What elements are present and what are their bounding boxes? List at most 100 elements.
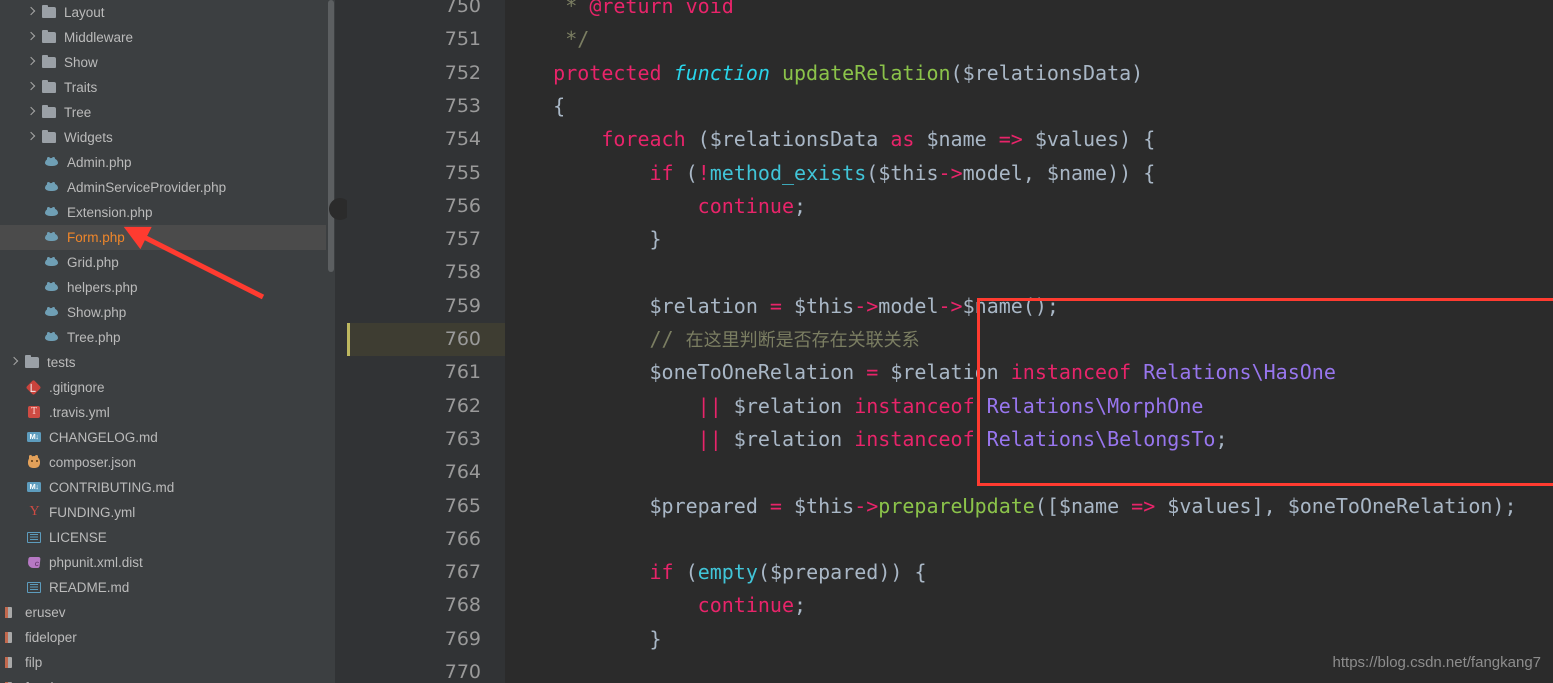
tree-item-readme-md[interactable]: README.md: [0, 575, 335, 600]
panel-splitter[interactable]: [329, 0, 351, 683]
line-number-758[interactable]: 758: [347, 256, 505, 289]
code-line-750[interactable]: * @return void: [505, 0, 1553, 23]
tree-item-show-php[interactable]: Show.php: [0, 300, 335, 325]
tree-item-travis-yml[interactable]: .travis.yml: [0, 400, 335, 425]
folder-icon: [41, 29, 58, 45]
code-editor[interactable]: 750 751 752 753 754 755 756 757 758 759 760 761 762 7…: [347, 0, 1553, 683]
line-number-770[interactable]: 770: [347, 656, 505, 683]
line-number-759[interactable]: 759: [347, 290, 505, 323]
tree-item-helpers-php[interactable]: helpers.php: [0, 275, 335, 300]
tree-item-fideloper[interactable]: fideloper: [0, 625, 335, 650]
code-line-765[interactable]: $prepared = $this->prepareUpdate([$name …: [505, 490, 1553, 523]
line-number-765[interactable]: 765: [347, 490, 505, 523]
chevron-right-icon[interactable]: [26, 132, 37, 143]
tree-item-label: AdminServiceProvider.php: [67, 180, 227, 195]
document-icon: [26, 580, 43, 595]
line-number-752[interactable]: 752: [347, 57, 505, 90]
tree-item-tree-php[interactable]: Tree.php: [0, 325, 335, 350]
code-line-767[interactable]: if (empty($prepared)) {: [505, 556, 1553, 589]
code-content[interactable]: * @return void */ protected function upd…: [505, 0, 1553, 683]
code-line-757[interactable]: }: [505, 223, 1553, 256]
code-line-754[interactable]: foreach ($relationsData as $name => $val…: [505, 123, 1553, 156]
line-number-755[interactable]: 755: [347, 157, 505, 190]
line-number-764[interactable]: 764: [347, 456, 505, 489]
line-number-767[interactable]: 767: [347, 556, 505, 589]
chevron-right-icon[interactable]: [26, 82, 37, 93]
php-file-icon: [44, 205, 61, 220]
folder-icon: [41, 79, 58, 95]
code-line-769[interactable]: }: [505, 623, 1553, 656]
project-tree-panel[interactable]: Layout Middleware Show Traits Tree Widgets Adm…: [0, 0, 335, 683]
tree-item-label: CHANGELOG.md: [49, 430, 158, 445]
tree-item-composer-json[interactable]: composer.json: [0, 450, 335, 475]
document-icon: [26, 530, 43, 545]
tree-item-grid-php[interactable]: Grid.php: [0, 250, 335, 275]
line-number-768[interactable]: 768: [347, 589, 505, 622]
tree-item-traits[interactable]: Traits: [0, 75, 335, 100]
folder-icon: [24, 354, 41, 370]
tree-item-contributing-md[interactable]: CONTRIBUTING.md: [0, 475, 335, 500]
tree-item-label: composer.json: [49, 455, 137, 470]
chevron-right-icon[interactable]: [26, 57, 37, 68]
code-line-758[interactable]: [505, 256, 1553, 289]
line-number-769[interactable]: 769: [347, 623, 505, 656]
folder-icon: [41, 4, 58, 20]
line-number-761[interactable]: 761: [347, 356, 505, 389]
chevron-right-icon[interactable]: [9, 357, 20, 368]
code-line-763[interactable]: || $relation instanceof Relations\Belong…: [505, 423, 1553, 456]
tree-item-fzaninotto[interactable]: fzaninotto: [0, 675, 335, 683]
line-number-753[interactable]: 753: [347, 90, 505, 123]
tree-item-phpunit-xml-dist[interactable]: phpunit.xml.dist: [0, 550, 335, 575]
code-line-766[interactable]: [505, 523, 1553, 556]
chevron-right-icon[interactable]: [26, 107, 37, 118]
tree-item-filp[interactable]: filp: [0, 650, 335, 675]
tree-item-gitignore[interactable]: .gitignore: [0, 375, 335, 400]
tree-item-tests[interactable]: tests: [0, 350, 335, 375]
tree-item-funding-yml[interactable]: FUNDING.yml: [0, 500, 335, 525]
tree-item-admin-php[interactable]: Admin.php: [0, 150, 335, 175]
tree-item-show[interactable]: Show: [0, 50, 335, 75]
code-line-759[interactable]: $relation = $this->model->$name();: [505, 290, 1553, 323]
line-number-750[interactable]: 750: [347, 0, 505, 23]
chevron-right-icon[interactable]: [26, 32, 37, 43]
line-number-754[interactable]: 754: [347, 123, 505, 156]
code-line-756[interactable]: continue;: [505, 190, 1553, 223]
line-number-gutter[interactable]: 750 751 752 753 754 755 756 757 758 759 760 761 762 7…: [347, 0, 505, 683]
line-number-760[interactable]: 760: [347, 323, 505, 357]
tree-item-layout[interactable]: Layout: [0, 0, 335, 25]
folder-icon: [41, 54, 58, 70]
line-number-766[interactable]: 766: [347, 523, 505, 556]
tree-item-tree[interactable]: Tree: [0, 100, 335, 125]
php-file-icon: [44, 280, 61, 295]
code-line-753[interactable]: {: [505, 90, 1553, 123]
tree-item-form-php[interactable]: Form.php: [0, 225, 335, 250]
tree-item-adminserviceprovider-php[interactable]: AdminServiceProvider.php: [0, 175, 335, 200]
tree-item-label: Form.php: [67, 230, 125, 245]
tree-item-erusev[interactable]: erusev: [0, 600, 335, 625]
line-number-757[interactable]: 757: [347, 223, 505, 256]
project-tree-scrollbar-track[interactable]: [326, 0, 335, 683]
composer-icon: [26, 455, 43, 470]
tree-item-license[interactable]: LICENSE: [0, 525, 335, 550]
line-number-763[interactable]: 763: [347, 423, 505, 456]
chevron-right-icon[interactable]: [26, 7, 37, 18]
code-line-752[interactable]: protected function updateRelation($relat…: [505, 57, 1553, 90]
code-line-751[interactable]: */: [505, 23, 1553, 56]
code-line-764[interactable]: [505, 456, 1553, 489]
code-line-762[interactable]: || $relation instanceof Relations\MorphO…: [505, 390, 1553, 423]
tree-item-extension-php[interactable]: Extension.php: [0, 200, 335, 225]
tree-item-changelog-md[interactable]: CHANGELOG.md: [0, 425, 335, 450]
project-tree-list[interactable]: Layout Middleware Show Traits Tree Widgets Adm…: [0, 0, 335, 683]
tree-item-label: FUNDING.yml: [49, 505, 136, 520]
line-number-762[interactable]: 762: [347, 390, 505, 423]
code-line-760[interactable]: // 在这里判断是否存在关联关系: [505, 323, 1553, 356]
code-line-755[interactable]: if (!method_exists($this->model, $name))…: [505, 157, 1553, 190]
line-number-756[interactable]: 756: [347, 190, 505, 223]
project-tree-scrollbar-thumb[interactable]: [327, 0, 334, 272]
tree-item-middleware[interactable]: Middleware: [0, 25, 335, 50]
code-line-768[interactable]: continue;: [505, 589, 1553, 622]
tree-item-widgets[interactable]: Widgets: [0, 125, 335, 150]
code-line-761[interactable]: $oneToOneRelation = $relation instanceof…: [505, 356, 1553, 389]
line-number-751[interactable]: 751: [347, 23, 505, 56]
tree-item-label: Admin.php: [67, 155, 132, 170]
